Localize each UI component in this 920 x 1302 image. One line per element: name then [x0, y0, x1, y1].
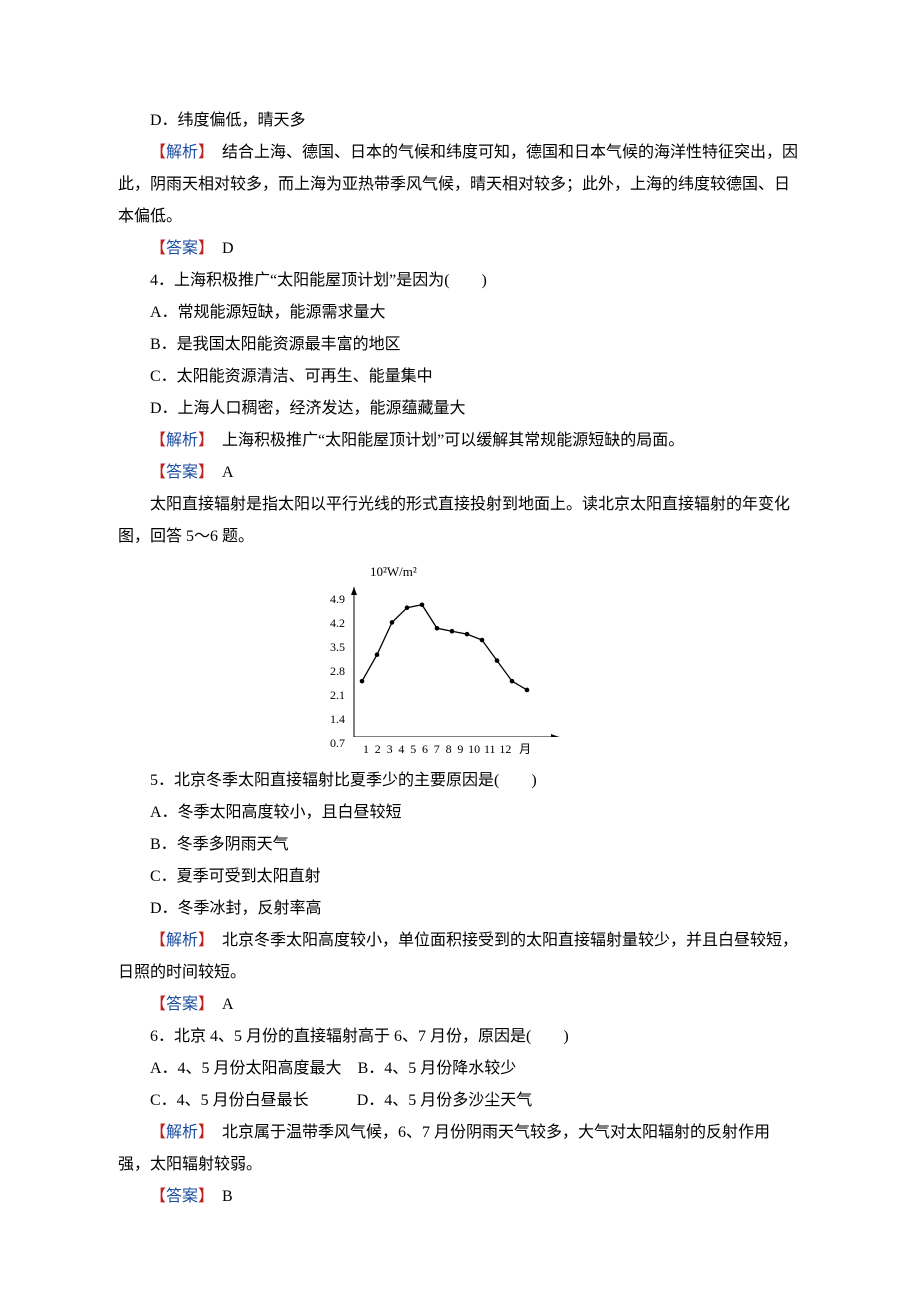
- q6-option-d: D．4、5 月份多沙尘天气: [357, 1092, 533, 1109]
- analysis-bracket: 【: [150, 932, 166, 949]
- q3-answer-text: D: [206, 240, 234, 257]
- q4-option-a: A．常规能源短缺，能源需求量大: [118, 297, 802, 329]
- answer-bracket: 】: [198, 240, 206, 257]
- q4-answer-text: A: [206, 464, 234, 481]
- q5-option-d: D．冬季冰封，反射率高: [118, 893, 802, 925]
- ytick: 1.4: [330, 707, 345, 731]
- ytick: 3.5: [330, 635, 345, 659]
- answer-bracket: 【: [150, 240, 166, 257]
- chart-ylabel: 10²W/m²: [370, 559, 590, 585]
- chart-container: 10²W/m² 4.9 4.2 3.5 2.8 2.1 1.4 0.7: [118, 559, 802, 761]
- q6-analysis-text: 北京属于温带季风气候，6、7 月份阴雨天气较多，大气对太阳辐射的反射作用强，太阳…: [118, 1124, 770, 1173]
- q5-option-b: B．冬季多阴雨天气: [118, 829, 802, 861]
- xtick: 8: [445, 737, 453, 761]
- ytick: 2.8: [330, 659, 345, 683]
- analysis-bracket: 【: [150, 432, 166, 449]
- q6-options-row1: A．4、5 月份太阳高度最大 B．4、5 月份降水较少: [118, 1053, 802, 1085]
- answer-bracket: 】: [198, 996, 206, 1013]
- analysis-label: 解析: [166, 432, 198, 449]
- q4-option-d: D．上海人口稠密，经济发达，能源蕴藏量大: [118, 393, 802, 425]
- q4-option-b: B．是我国太阳能资源最丰富的地区: [118, 329, 802, 361]
- q4-analysis-text: 上海积极推广“太阳能屋顶计划”可以缓解其常规能源短缺的局面。: [206, 432, 684, 449]
- q5-answer: 【答案】 A: [118, 989, 802, 1021]
- answer-label: 答案: [166, 996, 198, 1013]
- q3-analysis-text: 结合上海、德国、日本的气候和纬度可知，德国和日本气候的海洋性特征突出，因此，阴雨…: [118, 144, 798, 225]
- analysis-bracket: 】: [198, 144, 206, 161]
- xtick: 9: [456, 737, 464, 761]
- answer-bracket: 【: [150, 464, 166, 481]
- q6-option-c: C．4、5 月份白昼最长: [150, 1092, 309, 1109]
- analysis-label: 解析: [166, 144, 198, 161]
- answer-bracket: 】: [198, 464, 206, 481]
- ytick: 4.9: [330, 587, 345, 611]
- passage-5-6: 太阳直接辐射是指太阳以平行光线的形式直接投射到地面上。读北京太阳直接辐射的年变化…: [118, 489, 802, 553]
- analysis-bracket: 】: [198, 1124, 206, 1141]
- q6-option-b: B．4、5 月份降水较少: [358, 1060, 517, 1077]
- q4-option-c: C．太阳能资源清洁、可再生、能量集中: [118, 361, 802, 393]
- q5-answer-text: A: [206, 996, 234, 1013]
- analysis-bracket: 【: [150, 144, 166, 161]
- q6-option-a: A．4、5 月份太阳高度最大: [150, 1060, 342, 1077]
- analysis-bracket: 】: [198, 432, 206, 449]
- q6-answer-text: B: [206, 1188, 233, 1205]
- line-chart: 10²W/m² 4.9 4.2 3.5 2.8 2.1 1.4 0.7: [330, 559, 590, 761]
- q3-analysis: 【解析】 结合上海、德国、日本的气候和纬度可知，德国和日本气候的海洋性特征突出，…: [118, 137, 802, 233]
- xtick: 1: [362, 737, 370, 761]
- xtick: 7: [433, 737, 441, 761]
- document-page: D．纬度偏低，晴天多 【解析】 结合上海、德国、日本的气候和纬度可知，德国和日本…: [0, 0, 920, 1302]
- answer-bracket: 【: [150, 1188, 166, 1205]
- chart-svg: [349, 587, 559, 737]
- q5-stem: 5．北京冬季太阳直接辐射比夏季少的主要原因是( ): [118, 765, 802, 797]
- ytick: 0.7: [330, 731, 345, 755]
- answer-label: 答案: [166, 240, 198, 257]
- ytick: 2.1: [330, 683, 345, 707]
- q3-option-d: D．纬度偏低，晴天多: [118, 105, 802, 137]
- analysis-bracket: 【: [150, 1124, 166, 1141]
- chart-yticks: 4.9 4.2 3.5 2.8 2.1 1.4 0.7: [330, 587, 349, 737]
- q6-stem: 6．北京 4、5 月份的直接辐射高于 6、7 月份，原因是( ): [118, 1021, 802, 1053]
- analysis-bracket: 】: [198, 932, 206, 949]
- xtick: 10: [468, 737, 480, 761]
- q5-analysis-text: 北京冬季太阳高度较小，单位面积接受到的太阳直接辐射量较少，并且白昼较短，日照的时…: [118, 932, 798, 981]
- xtick: 3: [386, 737, 394, 761]
- ytick: 4.2: [330, 611, 345, 635]
- q5-analysis: 【解析】 北京冬季太阳高度较小，单位面积接受到的太阳直接辐射量较少，并且白昼较短…: [118, 925, 802, 989]
- q4-stem: 4．上海积极推广“太阳能屋顶计划”是因为( ): [118, 265, 802, 297]
- answer-bracket: 】: [198, 1188, 206, 1205]
- q6-analysis: 【解析】 北京属于温带季风气候，6、7 月份阴雨天气较多，大气对太阳辐射的反射作…: [118, 1117, 802, 1181]
- xtick: 5: [409, 737, 417, 761]
- q6-answer: 【答案】 B: [118, 1181, 802, 1213]
- answer-label: 答案: [166, 464, 198, 481]
- q5-option-a: A．冬季太阳高度较小，且白昼较短: [118, 797, 802, 829]
- chart-xticks: 1 2 3 4 5 6 7 8 9 10 11 12 月: [360, 737, 572, 761]
- analysis-label: 解析: [166, 932, 198, 949]
- answer-label: 答案: [166, 1188, 198, 1205]
- xtick: 11: [484, 737, 496, 761]
- q6-options-row2: C．4、5 月份白昼最长 D．4、5 月份多沙尘天气: [118, 1085, 802, 1117]
- q4-answer: 【答案】 A: [118, 457, 802, 489]
- q3-answer: 【答案】 D: [118, 233, 802, 265]
- xtick: 4: [397, 737, 405, 761]
- xtick: 6: [421, 737, 429, 761]
- q5-option-c: C．夏季可受到太阳直射: [118, 861, 802, 893]
- chart-xunit: 月: [519, 737, 531, 761]
- answer-bracket: 【: [150, 996, 166, 1013]
- q4-analysis: 【解析】 上海积极推广“太阳能屋顶计划”可以缓解其常规能源短缺的局面。: [118, 425, 802, 457]
- analysis-label: 解析: [166, 1124, 198, 1141]
- xtick: 2: [374, 737, 382, 761]
- xtick: 12: [499, 737, 511, 761]
